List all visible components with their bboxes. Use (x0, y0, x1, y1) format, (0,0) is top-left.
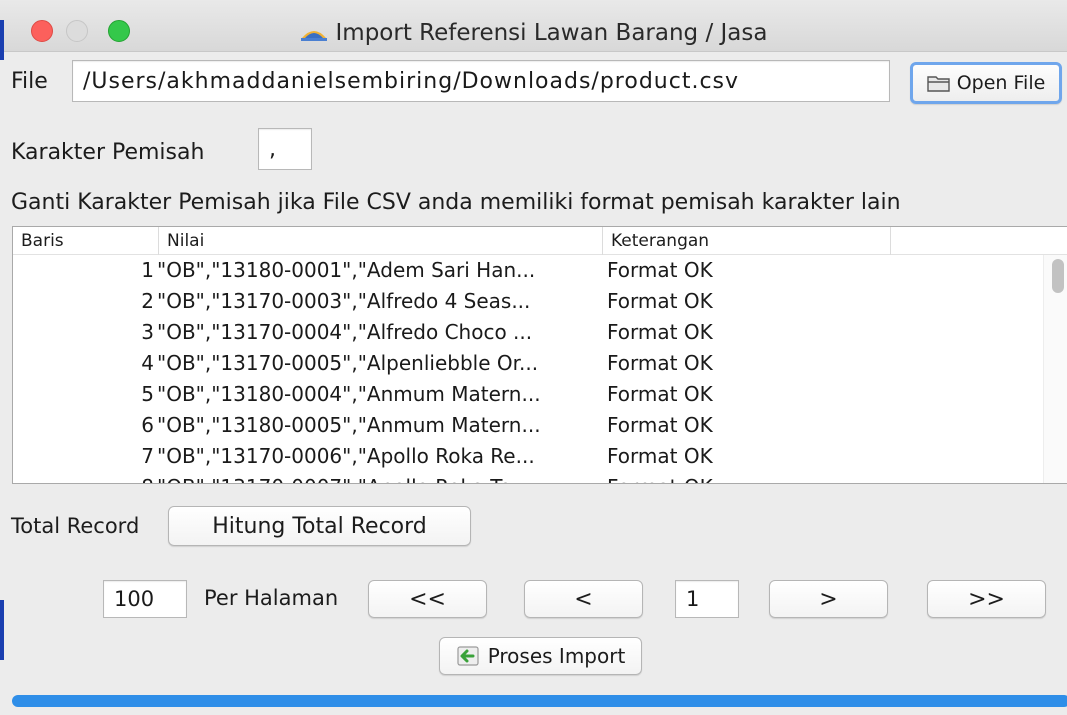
vertical-scrollbar[interactable] (1043, 255, 1067, 483)
file-path-input[interactable]: /Users/akhmaddanielsembiring/Downloads/p… (72, 60, 890, 102)
page-number-input[interactable]: 1 (675, 580, 739, 618)
table-row[interactable]: 8 "OB","13170-0007","Apollo Roka Te... F… (13, 472, 1067, 483)
table-row[interactable]: 2 "OB","13170-0003","Alfredo 4 Seas... F… (13, 286, 1067, 317)
import-arrow-icon (457, 646, 479, 666)
cell-keterangan: Format OK (607, 444, 713, 468)
process-import-label: Proses Import (487, 644, 626, 668)
first-page-label: << (409, 586, 446, 612)
count-total-record-button[interactable]: Hitung Total Record (168, 506, 471, 546)
cell-nilai: "OB","13170-0006","Apollo Roka Re... (157, 444, 535, 468)
per-page-label: Per Halaman (204, 586, 339, 610)
process-import-button[interactable]: Proses Import (439, 637, 642, 675)
scrollbar-thumb[interactable] (1052, 259, 1064, 293)
total-record-label: Total Record (11, 514, 140, 538)
per-page-input[interactable]: 100 (103, 580, 187, 618)
separator-input[interactable]: , (258, 128, 312, 170)
cell-keterangan: Format OK (607, 351, 713, 375)
table-row[interactable]: 5 "OB","13180-0004","Anmum Matern... For… (13, 379, 1067, 410)
csv-preview-table[interactable]: Baris Nilai Keterangan 1 "OB","13180-000… (12, 226, 1067, 484)
first-page-button[interactable]: << (368, 580, 487, 618)
previous-page-button[interactable]: < (524, 580, 643, 618)
next-page-button[interactable]: > (769, 580, 888, 618)
separator-hint: Ganti Karakter Pemisah jika File CSV and… (11, 190, 901, 215)
open-file-button[interactable]: Open File (910, 62, 1062, 104)
cell-baris: 3 (141, 320, 154, 344)
cell-nilai: "OB","13180-0004","Anmum Matern... (157, 382, 541, 406)
last-page-label: >> (968, 586, 1005, 612)
left-edge-marker (0, 20, 4, 60)
cell-baris: 6 (141, 413, 154, 437)
table-row[interactable]: 3 "OB","13170-0004","Alfredo Choco ... F… (13, 317, 1067, 348)
cell-keterangan: Format OK (607, 320, 713, 344)
cell-baris: 8 (13, 472, 156, 483)
left-edge-marker (0, 600, 4, 660)
previous-page-label: < (574, 586, 593, 612)
cell-keterangan: Format OK (607, 472, 897, 483)
window-title: Import Referensi Lawan Barang / Jasa (335, 20, 768, 46)
cell-nilai: "OB","13170-0005","Alpenliebble Or... (157, 351, 539, 375)
title-bar[interactable]: Import Referensi Lawan Barang / Jasa (0, 0, 1067, 52)
cell-keterangan: Format OK (607, 258, 713, 282)
cell-nilai: "OB","13170-0007","Apollo Roka Te... (157, 472, 603, 483)
cell-nilai: "OB","13180-0005","Anmum Matern... (157, 413, 541, 437)
app-logo-icon (300, 31, 327, 41)
count-total-record-label: Hitung Total Record (212, 513, 427, 539)
last-page-button[interactable]: >> (927, 580, 1046, 618)
cell-baris: 5 (141, 382, 154, 406)
table-row[interactable]: 6 "OB","13180-0005","Anmum Matern... For… (13, 410, 1067, 441)
page-number-value: 1 (686, 587, 700, 611)
column-header-baris[interactable]: Baris (13, 227, 159, 255)
separator-value: , (269, 136, 276, 162)
cell-baris: 1 (141, 258, 154, 282)
next-page-label: > (819, 586, 838, 612)
open-file-label: Open File (956, 72, 1046, 94)
table-body: 1 "OB","13180-0001","Adem Sari Han... Fo… (13, 255, 1067, 483)
cell-keterangan: Format OK (607, 382, 713, 406)
cell-baris: 7 (141, 444, 154, 468)
cell-keterangan: Format OK (607, 289, 713, 313)
file-label: File (11, 69, 48, 94)
table-row[interactable]: 4 "OB","13170-0005","Alpenliebble Or... … (13, 348, 1067, 379)
import-progress-bar (12, 695, 1067, 707)
column-header-nilai[interactable]: Nilai (159, 227, 603, 255)
table-header: Baris Nilai Keterangan (13, 227, 1067, 255)
cell-nilai: "OB","13170-0003","Alfredo 4 Seas... (157, 289, 531, 313)
per-page-value: 100 (114, 587, 155, 611)
window-title-group: Import Referensi Lawan Barang / Jasa (0, 0, 1067, 52)
import-dialog-window: Import Referensi Lawan Barang / Jasa Fil… (0, 0, 1067, 715)
file-path-value: /Users/akhmaddanielsembiring/Downloads/p… (83, 68, 740, 94)
cell-keterangan: Format OK (607, 413, 713, 437)
folder-icon (927, 76, 950, 92)
separator-label: Karakter Pemisah (11, 140, 205, 165)
cell-baris: 4 (141, 351, 154, 375)
cell-baris: 2 (141, 289, 154, 313)
cell-nilai: "OB","13180-0001","Adem Sari Han... (157, 258, 536, 282)
cell-nilai: "OB","13170-0004","Alfredo Choco ... (157, 320, 533, 344)
table-row[interactable]: 7 "OB","13170-0006","Apollo Roka Re... F… (13, 441, 1067, 472)
table-row[interactable]: 1 "OB","13180-0001","Adem Sari Han... Fo… (13, 255, 1067, 286)
column-header-keterangan[interactable]: Keterangan (603, 227, 891, 255)
